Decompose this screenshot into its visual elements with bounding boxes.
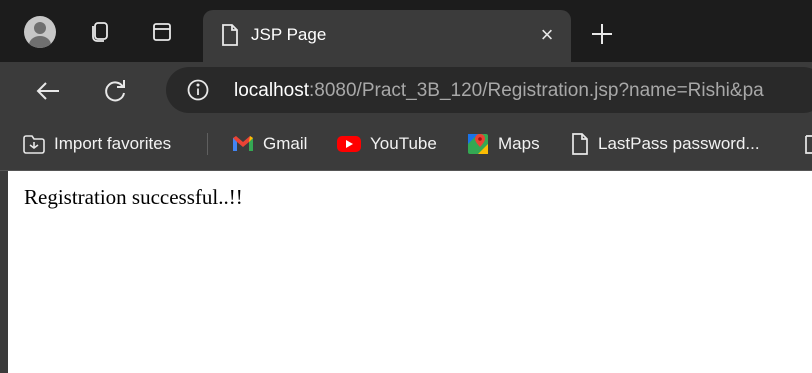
address-bar[interactable]: localhost:8080/Pract_3B_120/Registration… [166, 67, 812, 113]
back-arrow-icon[interactable] [33, 76, 63, 106]
tab-strip: JSP Page × [0, 0, 812, 62]
site-info-icon[interactable] [186, 78, 210, 107]
workspaces-icon[interactable] [86, 18, 114, 46]
tab-title: JSP Page [251, 25, 327, 44]
window-left-border [0, 171, 8, 373]
new-tab-icon[interactable] [588, 20, 616, 48]
bookmark-lastpass[interactable]: LastPass password... [570, 132, 760, 156]
bookmarks-divider [207, 133, 208, 155]
bookmark-label: LastPass password... [598, 134, 760, 153]
bookmark-label: Import favorites [54, 134, 172, 153]
bookmark-youtube[interactable]: YouTube [336, 132, 437, 156]
bookmarks-bar: Import favorites Gmail YouTube Maps Last… [0, 118, 812, 171]
page-content: Registration successful..!! [8, 171, 812, 373]
bookmark-label: Maps [498, 134, 540, 153]
tab-actions-icon[interactable] [148, 18, 176, 46]
gmail-icon [231, 135, 255, 153]
bookmark-maps[interactable]: Maps [466, 132, 540, 156]
bookmark-import-favorites[interactable]: Import favorites [22, 132, 171, 156]
bookmark-label: Gmail [263, 134, 308, 153]
maps-icon [466, 132, 490, 156]
page-icon [570, 132, 590, 156]
url-host: localhost [234, 80, 309, 101]
navigation-toolbar: localhost:8080/Pract_3B_120/Registration… [0, 62, 812, 118]
bookmark-overflow-folder[interactable] [804, 132, 812, 156]
import-favorites-icon [22, 133, 46, 155]
browser-window: JSP Page × localhost:8080/Pract_3B_120/R… [0, 0, 812, 373]
bookmark-label: YouTube [370, 134, 437, 153]
refresh-icon[interactable] [100, 76, 130, 106]
url-text[interactable]: localhost:8080/Pract_3B_120/Registration… [234, 80, 764, 102]
avatar-shoulders [29, 36, 51, 48]
page-icon [219, 23, 241, 52]
tab-active[interactable]: JSP Page × [203, 10, 571, 62]
registration-message: Registration successful..!! [24, 185, 243, 209]
url-path: :8080/Pract_3B_120/Registration.jsp?name… [309, 80, 764, 101]
close-tab-icon[interactable]: × [537, 24, 557, 46]
profile-avatar[interactable] [24, 16, 56, 48]
bookmark-gmail[interactable]: Gmail [231, 132, 307, 156]
avatar-head [34, 22, 46, 34]
youtube-icon [336, 134, 362, 154]
